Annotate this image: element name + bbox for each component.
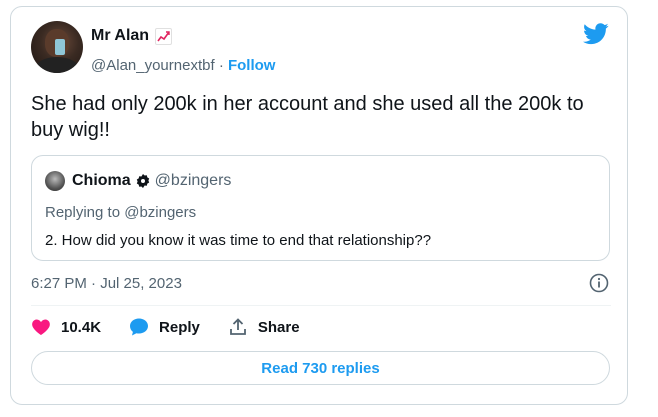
reply-label: Reply [159,318,200,336]
tweet-timestamp[interactable]: 6:27 PM · Jul 25, 2023 [31,275,182,292]
follow-button[interactable]: Follow [228,57,276,74]
share-button[interactable]: Share [228,317,300,337]
reply-bubble-icon [130,318,149,336]
separator-dot: · [218,57,224,74]
share-icon [229,318,246,335]
author-name[interactable]: Mr Alan [91,27,149,45]
share-label: Share [257,318,300,336]
quoted-avatar[interactable] [45,171,65,191]
chart-increasing-icon [155,27,173,45]
author-handle-row: @Alan_yournextbf · Follow [91,57,275,74]
like-count: 10.4K [61,318,102,336]
author-handle[interactable]: @Alan_yournextbf [91,57,215,74]
replying-to: Replying to @bzingers [45,204,197,221]
twitter-bird-icon[interactable] [583,23,609,45]
divider [31,305,611,306]
heart-icon [32,319,50,335]
quoted-name[interactable]: Chioma [72,172,131,190]
read-replies-button[interactable]: Read 730 replies [31,351,610,385]
verified-badge-icon [136,174,149,188]
author-name-row[interactable]: Mr Alan [91,27,173,45]
like-button[interactable]: 10.4K [31,317,101,337]
tweet-text: She had only 200k in her account and she… [31,93,584,141]
quoted-text: 2. How did you know it was time to end t… [45,232,432,249]
author-avatar[interactable] [31,21,83,73]
quoted-handle[interactable]: @bzingers [155,172,232,190]
quoted-name-row: Chioma @bzingers [72,172,231,190]
action-bar: 10.4K Reply Share [31,317,300,337]
tweet-card: Mr Alan @Alan_yournextbf · Follow She ha… [10,6,628,405]
reply-button[interactable]: Reply [129,317,200,337]
info-icon[interactable] [589,273,609,293]
quoted-tweet[interactable]: Chioma @bzingers Replying to @bzingers 2… [31,155,610,261]
